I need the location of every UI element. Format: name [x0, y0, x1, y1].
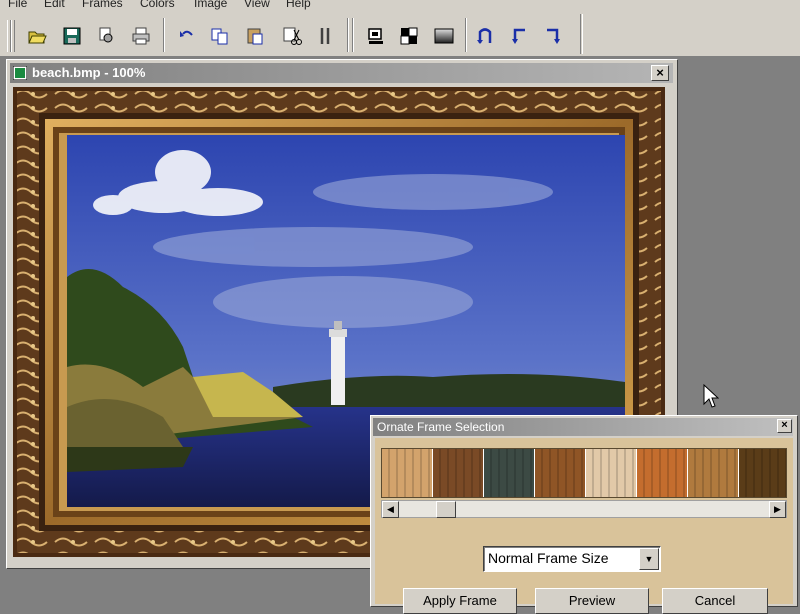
cut-icon	[283, 27, 302, 45]
toolbar-separator	[352, 18, 354, 52]
paste-icon	[247, 28, 263, 45]
print-preview-button[interactable]	[94, 24, 118, 48]
menu-colors[interactable]: Colors	[140, 0, 175, 10]
preview-button[interactable]: Preview	[535, 588, 649, 614]
cut-button[interactable]	[280, 24, 304, 48]
menu-bar: File Edit Frames Colors Image View Help	[0, 0, 800, 12]
dialog-title: Ornate Frame Selection	[377, 420, 505, 434]
toolbar-separator	[163, 18, 165, 52]
rotate-icon	[477, 28, 492, 44]
toolbar-separator	[347, 18, 349, 52]
rotate-button[interactable]	[473, 24, 497, 48]
gradient-button[interactable]	[432, 24, 456, 48]
save-button[interactable]	[60, 24, 84, 48]
frame-button[interactable]	[364, 24, 388, 48]
tool-button[interactable]	[313, 24, 337, 48]
ornate-frame-dialog: Ornate Frame Selection × ◀ ▶ Normal Fram…	[370, 415, 798, 614]
checker-icon	[400, 27, 418, 45]
paste-button[interactable]	[243, 24, 267, 48]
menu-frames[interactable]: Frames	[82, 0, 123, 10]
undo-icon	[180, 30, 193, 37]
toolbar-edge	[580, 14, 583, 54]
bitmap-file-icon	[13, 66, 27, 80]
frame-swatch[interactable]	[688, 449, 738, 497]
scroll-left-button[interactable]: ◀	[382, 501, 399, 518]
frame-swatch[interactable]	[637, 449, 687, 497]
dialog-close-button[interactable]: ×	[777, 419, 792, 433]
dialog-body: ◀ ▶ Normal Frame Size ▼ Apply Frame Prev…	[375, 438, 793, 614]
toolbar	[0, 12, 800, 57]
frame-icon	[368, 28, 383, 44]
gradient-icon	[434, 28, 454, 44]
copy-button[interactable]	[208, 24, 232, 48]
tool-icon	[320, 28, 330, 44]
menu-help[interactable]: Help	[286, 0, 311, 10]
save-disk-icon	[63, 27, 81, 45]
arrow-left-icon: ◀	[387, 504, 394, 514]
frame-swatch[interactable]	[382, 449, 432, 497]
toolbar-separator	[465, 18, 467, 52]
frame-swatch[interactable]	[739, 449, 786, 497]
rotate-left-button[interactable]	[507, 24, 531, 48]
scroll-thumb[interactable]	[436, 501, 456, 518]
cancel-button[interactable]: Cancel	[662, 588, 768, 614]
menu-image[interactable]: Image	[194, 0, 227, 10]
rotate-right-icon	[547, 28, 560, 44]
print-icon	[132, 27, 150, 45]
undo-button[interactable]	[175, 24, 199, 48]
dropdown-button[interactable]: ▼	[639, 548, 659, 570]
document-title-bar[interactable]: beach.bmp - 100% ×	[10, 63, 673, 83]
frame-swatch[interactable]	[484, 449, 534, 497]
checker-button[interactable]	[397, 24, 421, 48]
menu-file[interactable]: File	[8, 0, 27, 10]
mouse-cursor-icon	[703, 384, 719, 408]
open-button[interactable]	[25, 24, 49, 48]
arrow-right-icon: ▶	[774, 504, 781, 514]
rotate-left-icon	[512, 28, 525, 44]
document-title: beach.bmp - 100%	[32, 65, 146, 80]
print-preview-icon	[99, 27, 113, 43]
print-button[interactable]	[129, 24, 153, 48]
toolbar-grip[interactable]	[11, 20, 15, 52]
chevron-down-icon: ▼	[644, 554, 654, 564]
rotate-right-button[interactable]	[541, 24, 565, 48]
frame-swatch-strip	[381, 448, 787, 498]
close-icon: ×	[781, 419, 788, 431]
frame-swatch[interactable]	[535, 449, 585, 497]
open-folder-icon	[28, 31, 47, 44]
copy-icon	[211, 28, 228, 45]
menu-view[interactable]: View	[244, 0, 270, 10]
close-icon: ×	[656, 65, 664, 80]
swatch-scrollbar[interactable]: ◀ ▶	[381, 500, 787, 518]
dialog-title-bar[interactable]: Ornate Frame Selection ×	[373, 418, 793, 436]
document-close-button[interactable]: ×	[651, 65, 669, 81]
menu-edit[interactable]: Edit	[44, 0, 65, 10]
apply-frame-button[interactable]: Apply Frame	[403, 588, 517, 614]
frame-swatch[interactable]	[586, 449, 636, 497]
frame-swatch[interactable]	[433, 449, 483, 497]
scroll-right-button[interactable]: ▶	[769, 501, 786, 518]
frame-size-value: Normal Frame Size	[488, 550, 609, 566]
frame-size-select[interactable]: Normal Frame Size ▼	[483, 546, 661, 572]
